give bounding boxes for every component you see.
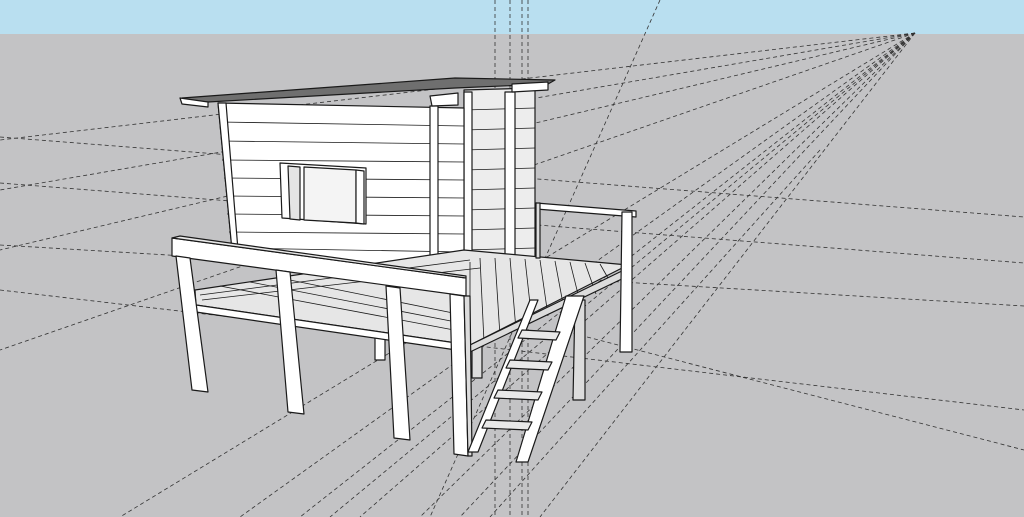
cabin-side-wall	[463, 87, 536, 271]
cabin-window	[279, 162, 367, 225]
3d-viewport[interactable]	[0, 0, 1024, 517]
sky	[0, 0, 1024, 34]
model-canvas[interactable]	[0, 0, 1024, 517]
